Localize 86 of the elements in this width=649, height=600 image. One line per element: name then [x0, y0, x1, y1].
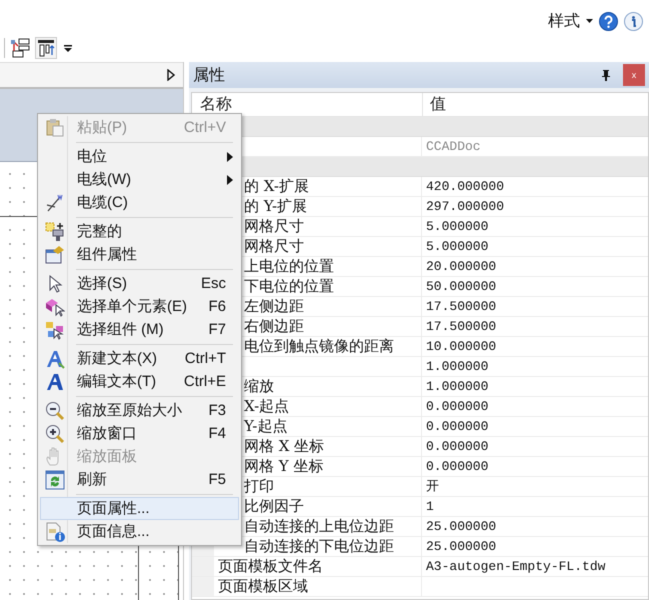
- property-value[interactable]: 20.000000: [426, 259, 496, 274]
- property-value[interactable]: 25.000000: [426, 539, 496, 554]
- clipboard-icon: [45, 118, 65, 138]
- menu-item[interactable]: 新建文本(X) Ctrl+T: [40, 347, 239, 370]
- menu-item[interactable]: 电位: [40, 145, 239, 168]
- cube-cursor-icon: [45, 296, 65, 316]
- property-value[interactable]: 5.000000: [426, 239, 488, 254]
- text-icon: [45, 348, 65, 368]
- property-value[interactable]: 297.000000: [426, 199, 504, 214]
- menu-item[interactable]: 缩放窗口 F4: [40, 422, 239, 445]
- close-button[interactable]: x: [623, 64, 645, 86]
- cubes-cursor-icon: [45, 320, 65, 340]
- property-name: 自动连接的上电位边距: [244, 517, 394, 535]
- cable-icon: [45, 192, 65, 212]
- window-icon: [45, 244, 65, 264]
- property-value[interactable]: 0.000000: [426, 459, 488, 474]
- property-value[interactable]: 17.500000: [426, 299, 496, 314]
- property-value[interactable]: 25.000000: [426, 519, 496, 534]
- property-value[interactable]: CCADDoc: [426, 139, 481, 154]
- menu-item[interactable]: 缩放至原始大小 F3: [40, 399, 239, 422]
- help-button[interactable]: [599, 12, 618, 30]
- property-name: 右侧边距: [244, 317, 304, 335]
- property-value[interactable]: 50.000000: [426, 279, 496, 294]
- document-info-icon: [45, 522, 65, 542]
- property-value[interactable]: 17.500000: [426, 319, 496, 334]
- layout-tool-button[interactable]: [9, 37, 31, 59]
- panel-title: 属性: [193, 66, 226, 86]
- property-name: 上电位的位置: [244, 257, 334, 275]
- property-name: 下电位的位置: [244, 277, 334, 295]
- caret-icon: [586, 18, 593, 24]
- property-value[interactable]: 1.000000: [426, 379, 488, 394]
- property-name: 页面模板文件名: [218, 557, 323, 575]
- property-value[interactable]: A3-autogen-Empty-FL.tdw: [426, 559, 606, 574]
- property-name: 左侧边距: [244, 297, 304, 315]
- menu-item[interactable]: 选择单个元素(E) F6: [40, 295, 239, 318]
- property-name: 比例因子: [244, 497, 304, 515]
- triangle-icon: [167, 69, 175, 81]
- menu-item[interactable]: 完整的: [40, 220, 239, 243]
- pin-button[interactable]: [601, 69, 611, 81]
- property-name: 电位到触点镜像的距离: [244, 337, 394, 355]
- property-value[interactable]: 0.000000: [426, 419, 488, 434]
- property-value[interactable]: 0.000000: [426, 399, 488, 414]
- property-name: Y-起点: [244, 417, 288, 435]
- menu-item[interactable]: 编辑文本(T) Ctrl+E: [40, 370, 239, 393]
- menu-item[interactable]: 刷新 F5: [40, 468, 239, 491]
- menu-item[interactable]: 电缆(C): [40, 191, 239, 214]
- property-name: 的 X-扩展: [244, 177, 309, 195]
- property-name: 缩放: [244, 377, 274, 395]
- align-top-icon: [37, 39, 55, 57]
- dropdown-icon: [64, 44, 72, 52]
- property-value[interactable]: 10.000000: [426, 339, 496, 354]
- info-button[interactable]: [624, 12, 643, 30]
- property-value[interactable]: 420.000000: [426, 179, 504, 194]
- property-name: X-起点: [244, 397, 290, 415]
- property-name: 网格尺寸: [244, 217, 304, 235]
- property-name: 网格 X 坐标: [244, 437, 324, 455]
- property-value[interactable]: 1: [426, 499, 434, 514]
- zoom-out-icon: [45, 400, 65, 420]
- property-name: 网格 Y 坐标: [244, 457, 324, 475]
- text-icon: [45, 372, 65, 392]
- pin-icon: [601, 69, 611, 81]
- style-menu[interactable]: 样式: [548, 10, 593, 32]
- align-tool-button[interactable]: [35, 37, 57, 59]
- expand-button[interactable]: [167, 69, 175, 81]
- menu-item[interactable]: 页面属性...: [40, 497, 239, 520]
- property-name: 网格尺寸: [244, 237, 304, 255]
- property-name: 打印: [244, 477, 274, 495]
- property-value[interactable]: 1.000000: [426, 359, 488, 374]
- zoom-in-icon: [45, 424, 65, 444]
- menu-item[interactable]: 电线(W): [40, 168, 239, 191]
- property-value[interactable]: 5.000000: [426, 219, 488, 234]
- menu-item[interactable]: 页面信息...: [40, 520, 239, 543]
- tree-icon: [10, 38, 30, 58]
- info-icon: [624, 12, 643, 30]
- property-name: 自动连接的下电位边距: [244, 537, 394, 555]
- refresh-icon: [45, 470, 65, 490]
- menu-item[interactable]: 组件属性: [40, 243, 239, 266]
- property-value[interactable]: 0.000000: [426, 439, 488, 454]
- property-name: 页面模板区域: [218, 577, 308, 595]
- menu-item[interactable]: 选择组件 (M) F7: [40, 318, 239, 341]
- menu-item[interactable]: 选择(S) Esc: [40, 272, 239, 295]
- column-header[interactable]: 值: [423, 94, 446, 115]
- plug-icon: [45, 222, 65, 242]
- property-name: 的 Y-扩展: [244, 197, 308, 215]
- help-icon: [599, 12, 618, 30]
- property-value[interactable]: 开: [426, 479, 439, 494]
